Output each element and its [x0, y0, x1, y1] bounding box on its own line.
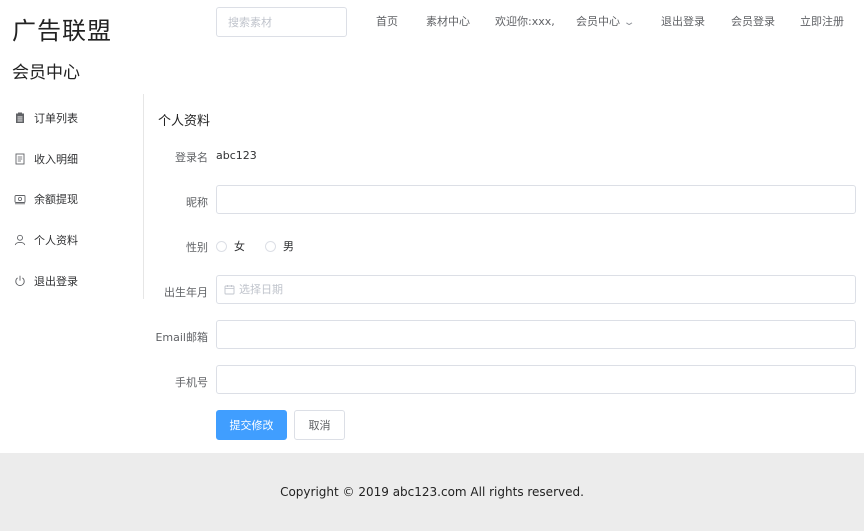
sidebar-item-label: 退出登录 [34, 275, 78, 288]
birthdate-input[interactable] [239, 283, 839, 296]
nav-welcome: 欢迎你:xxx, [495, 15, 555, 28]
cancel-button[interactable]: 取消 [294, 410, 345, 440]
nav-register[interactable]: 立即注册 [800, 13, 844, 29]
gender-radio-female[interactable]: 女 [216, 238, 245, 254]
sidebar-item-income[interactable]: 收入明细 [14, 151, 78, 167]
email-input[interactable] [216, 320, 856, 349]
gender-radio-male[interactable]: 男 [265, 238, 294, 254]
gender-option-label: 女 [234, 240, 245, 253]
nickname-input[interactable] [216, 185, 856, 214]
sidebar-item-logout[interactable]: 退出登录 [14, 273, 78, 289]
phone-label: 手机号 [175, 376, 208, 389]
site-logo[interactable]: 广告联盟 [12, 11, 112, 46]
username-label: 登录名 [175, 151, 208, 164]
birthdate-label: 出生年月 [164, 286, 208, 299]
nav-member-center-label: 会员中心 [576, 15, 620, 28]
search-input[interactable] [216, 7, 347, 37]
username-value: abc123 [216, 149, 257, 162]
page-title: 会员中心 [12, 63, 80, 83]
email-label: Email邮箱 [155, 331, 208, 344]
sidebar-item-label: 个人资料 [34, 234, 78, 247]
power-icon [14, 275, 26, 287]
nav-login[interactable]: 会员登录 [731, 13, 775, 29]
sidebar-item-profile[interactable]: 个人资料 [14, 232, 78, 248]
document-icon [14, 153, 26, 165]
user-icon [14, 234, 26, 246]
sidebar-item-label: 收入明细 [34, 153, 78, 166]
sidebar-item-orders[interactable]: 订单列表 [14, 110, 78, 126]
sidebar-item-withdraw[interactable]: 余额提现 [14, 191, 78, 207]
footer: Copyright © 2019 abc123.com All rights r… [0, 453, 864, 531]
copyright-text: Copyright © 2019 abc123.com All rights r… [280, 485, 584, 499]
sidebar: 订单列表 收入明细 余额提现 个人资料 退出登录 [0, 94, 144, 299]
radio-circle [265, 240, 276, 252]
nickname-label: 昵称 [186, 196, 208, 209]
sidebar-item-label: 余额提现 [34, 193, 78, 206]
nav-logout[interactable]: 退出登录 [661, 13, 705, 29]
sidebar-item-label: 订单列表 [34, 112, 78, 125]
chevron-down-icon: ⌄ [622, 17, 636, 28]
section-title: 个人资料 [158, 114, 211, 129]
order-list-icon [14, 112, 26, 124]
radio-circle [216, 240, 227, 252]
nav-member-center[interactable]: 会员中心 ⌄ [576, 13, 636, 29]
nav-home[interactable]: 首页 [376, 13, 398, 29]
wallet-icon [14, 193, 26, 205]
gender-label: 性别 [186, 241, 208, 254]
calendar-icon [224, 284, 239, 295]
nav-materials[interactable]: 素材中心 [426, 13, 470, 29]
birthdate-picker[interactable] [216, 275, 856, 304]
phone-input[interactable] [216, 365, 856, 394]
submit-button[interactable]: 提交修改 [216, 410, 287, 440]
gender-option-label: 男 [283, 240, 294, 253]
